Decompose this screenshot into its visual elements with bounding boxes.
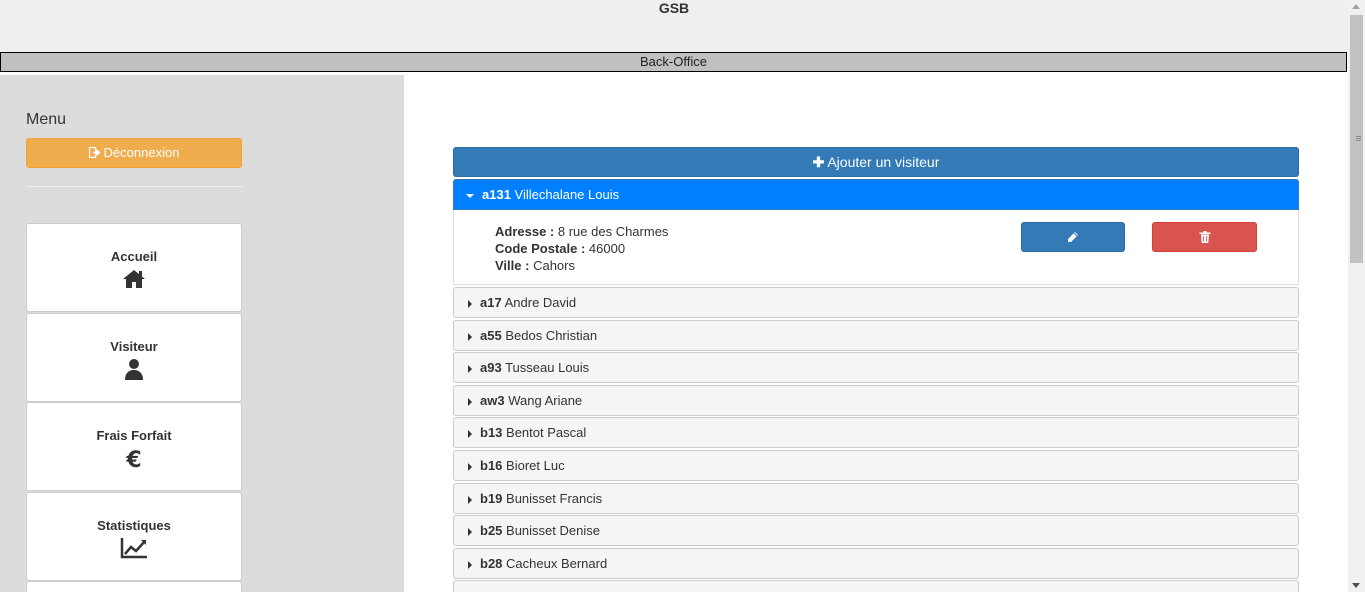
nav-card-visiteur[interactable]: Visiteur <box>26 313 242 402</box>
visitor-id: a93 <box>480 360 502 375</box>
visitor-panel-partial[interactable] <box>453 580 1299 592</box>
app-title: GSB <box>658 0 690 16</box>
visitor-id: a17 <box>480 295 502 310</box>
visitor-id: b16 <box>480 458 503 473</box>
grip-line <box>1356 140 1361 141</box>
visitor-panel[interactable]: b13 Bentot Pascal <box>453 417 1299 448</box>
address-value: 8 rue des Charmes <box>557 224 669 239</box>
sidebar: Menu Déconnexion Accueil Visiteur Frais … <box>0 75 404 592</box>
visitor-id: a55 <box>480 328 502 343</box>
visitor-name: Andre David <box>504 295 577 310</box>
visitor-panel[interactable]: a93 Tusseau Louis <box>453 352 1299 383</box>
trash-icon <box>1199 231 1210 243</box>
visitor-details: Adresse : 8 rue des Charmes Code Postale… <box>453 210 1299 285</box>
visitor-name: Tusseau Louis <box>505 360 590 375</box>
back-office-bar: Back-Office <box>0 52 1347 72</box>
visitor-name: Bedos Christian <box>505 328 598 343</box>
visitor-panel[interactable]: a55 Bedos Christian <box>453 320 1299 351</box>
caret-right-icon <box>468 364 472 373</box>
plus-icon: ✚ <box>812 154 825 170</box>
visitor-id: a131 <box>482 187 511 202</box>
delete-visitor-button[interactable] <box>1152 222 1257 252</box>
add-visitor-button[interactable]: ✚ Ajouter un visiteur <box>453 147 1299 177</box>
nav-label: Visiteur <box>110 339 158 354</box>
visitor-name: Bunisset Denise <box>506 523 600 538</box>
caret-right-icon <box>468 462 472 471</box>
caret-right-icon <box>468 332 472 341</box>
caret-right-icon <box>468 397 472 406</box>
chart-line-icon <box>120 538 147 559</box>
visitor-panel[interactable]: b16 Bioret Luc <box>453 450 1299 481</box>
address-label: Adresse : <box>495 224 555 239</box>
visitor-panel[interactable]: a17 Andre David <box>453 287 1299 318</box>
nav-card-statistiques[interactable]: Statistiques <box>26 492 242 581</box>
city-value: Cahors <box>533 258 575 273</box>
visitor-panel[interactable]: b25 Bunisset Denise <box>453 515 1299 546</box>
sign-out-icon <box>88 146 101 159</box>
nav-label: Accueil <box>110 249 158 264</box>
caret-right-icon <box>468 429 472 438</box>
caret-right-icon <box>468 527 472 536</box>
postal-value: 46000 <box>588 241 626 256</box>
nav-card-partial[interactable] <box>26 581 242 592</box>
top-header: GSB <box>0 0 1348 52</box>
home-icon <box>123 270 145 288</box>
nav-label: Statistiques <box>97 518 171 533</box>
visitor-name: Bioret Luc <box>506 458 565 473</box>
visitor-panel[interactable]: aw3 Wang Ariane <box>453 385 1299 416</box>
caret-right-icon <box>468 495 472 504</box>
visitor-id: b28 <box>480 556 503 571</box>
caret-right-icon <box>468 560 472 569</box>
visitor-panel-a131[interactable]: a131 Villechalane Louis <box>453 179 1299 210</box>
visitor-id: aw3 <box>480 393 505 408</box>
visitor-panel[interactable]: b19 Bunisset Francis <box>453 483 1299 514</box>
visitor-name: Bunisset Francis <box>506 491 603 506</box>
svg-text:€: € <box>125 448 141 469</box>
user-icon <box>125 359 143 380</box>
scrollbar-thumb[interactable] <box>1350 15 1363 263</box>
visitor-name: Bentot Pascal <box>506 425 587 440</box>
menu-title: Menu <box>26 111 67 128</box>
city-label: Ville : <box>495 258 530 273</box>
menu-divider <box>26 186 242 187</box>
visitor-name: Villechalane Louis <box>514 187 620 202</box>
edit-visitor-button[interactable] <box>1021 222 1125 252</box>
logout-label: Déconnexion <box>103 145 180 160</box>
nav-card-frais-forfait[interactable]: Frais Forfait € <box>26 402 242 491</box>
pencil-icon <box>1068 232 1078 242</box>
visitor-panel[interactable]: b28 Cacheux Bernard <box>453 548 1299 579</box>
visitor-name: Cacheux Bernard <box>506 556 608 571</box>
add-visitor-label: Ajouter un visiteur <box>827 154 940 170</box>
visitor-info: Adresse : 8 rue des Charmes Code Postale… <box>495 223 668 274</box>
visitor-id: b19 <box>480 491 503 506</box>
caret-right-icon <box>468 299 472 308</box>
grip-line <box>1356 138 1361 139</box>
postal-label: Code Postale : <box>495 241 586 256</box>
logout-button[interactable]: Déconnexion <box>26 138 242 168</box>
page-scrollbar[interactable] <box>1348 0 1365 592</box>
caret-down-icon <box>466 193 474 198</box>
scroll-down-arrow-icon[interactable] <box>1352 583 1360 588</box>
euro-icon: € <box>125 448 141 469</box>
nav-label: Frais Forfait <box>96 428 172 443</box>
visitor-name: Wang Ariane <box>508 393 583 408</box>
visitor-id: b13 <box>480 425 503 440</box>
scroll-up-arrow-icon[interactable] <box>1352 4 1360 9</box>
grip-line <box>1356 136 1361 137</box>
nav-card-accueil[interactable]: Accueil <box>26 223 242 312</box>
visitor-id: b25 <box>480 523 503 538</box>
